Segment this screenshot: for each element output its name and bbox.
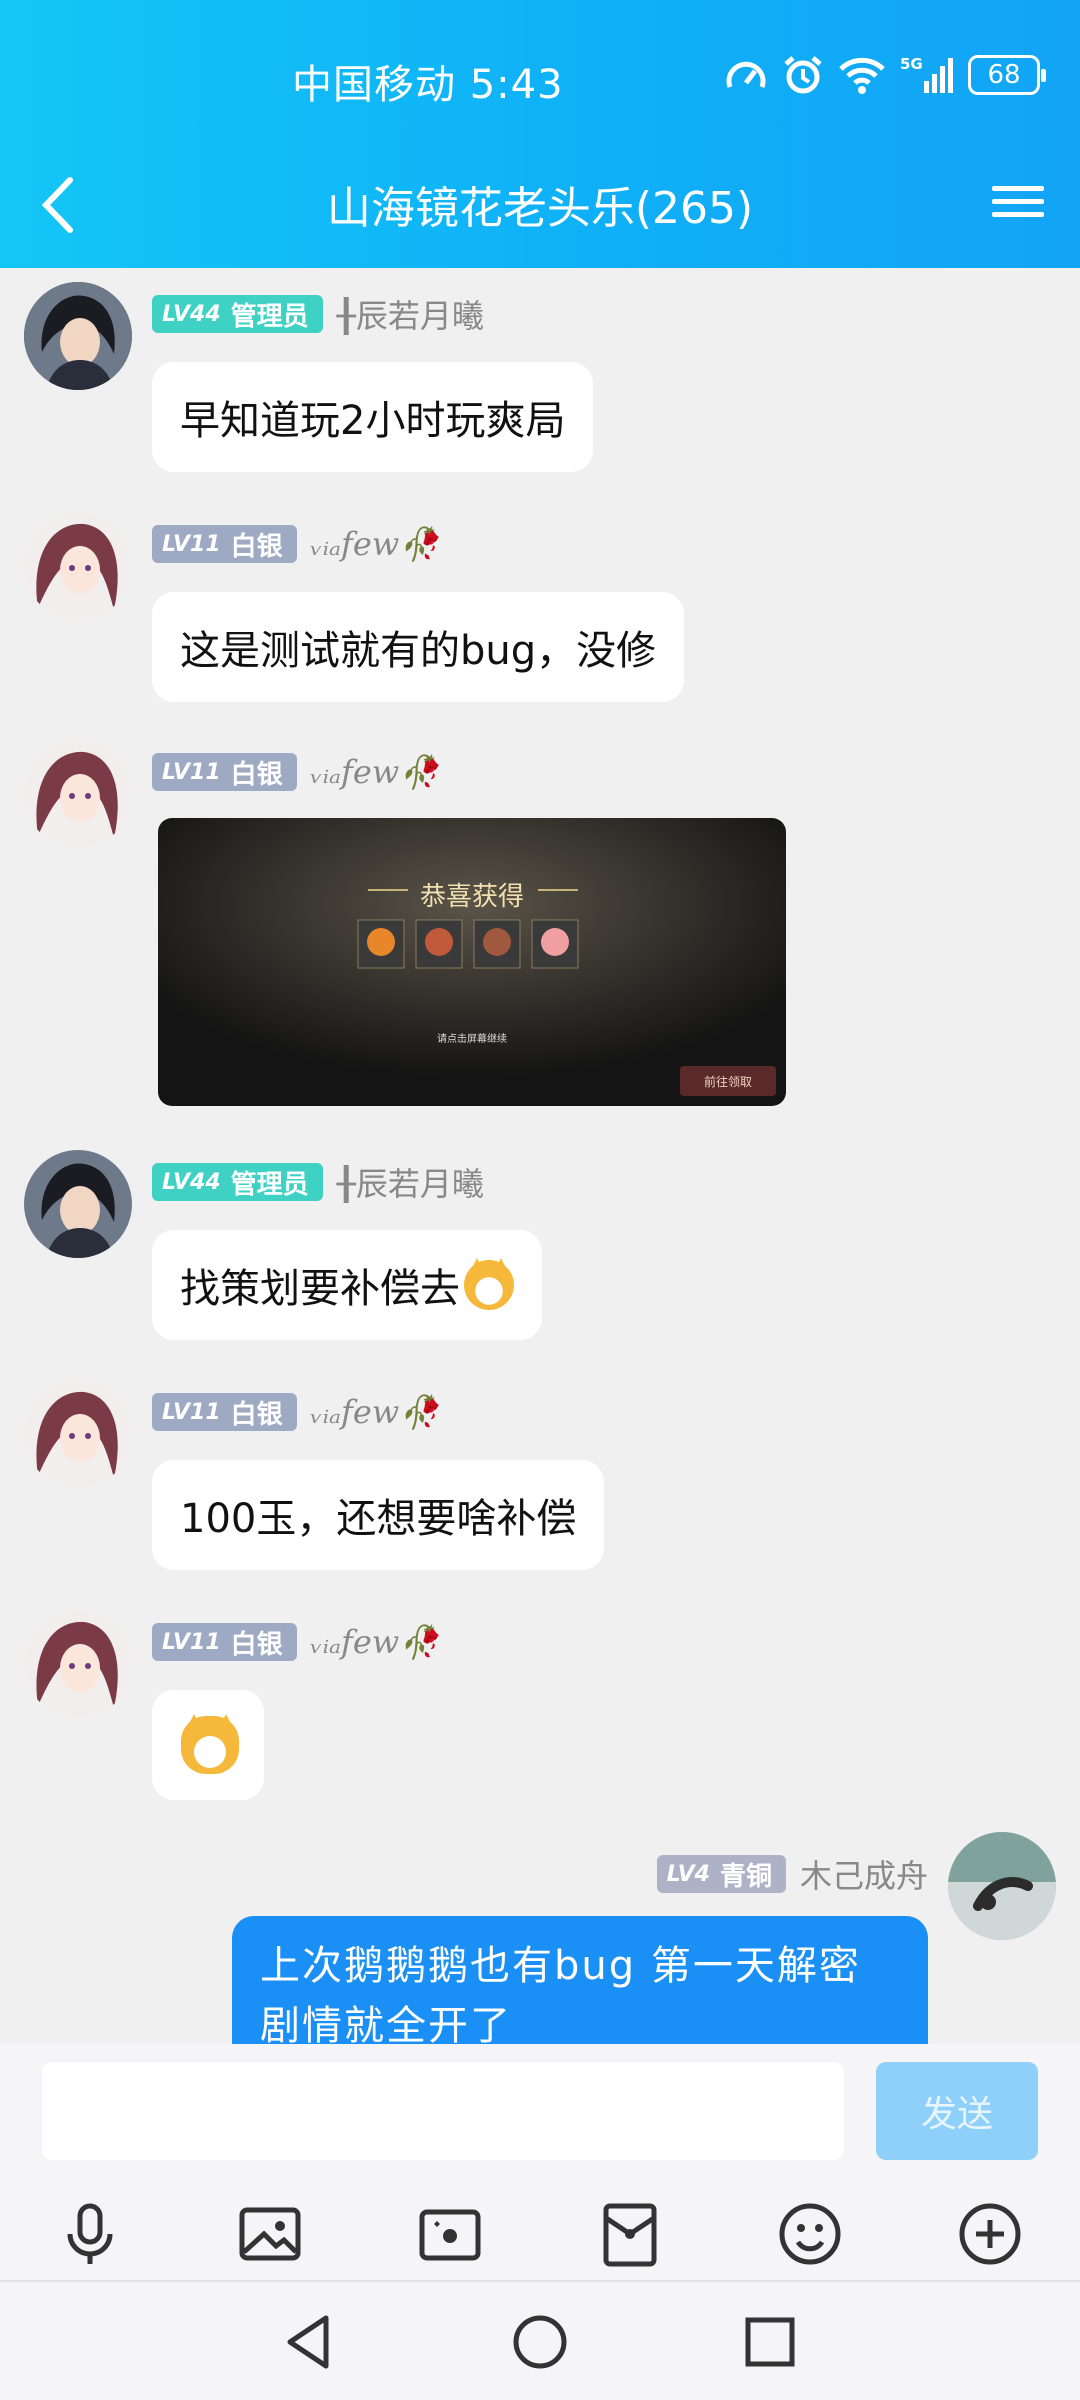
sender-meta: LV11 白银 ᵥᵢₐfew🥀 <box>152 752 439 792</box>
image-message[interactable]: 恭喜获得 请点击屏幕继续 前往领取 <box>158 818 786 1106</box>
nav-home-icon[interactable] <box>508 2310 572 2374</box>
shiba-emoji-icon <box>181 1714 239 1774</box>
message-item: LV44 管理员 ╂辰若月曦 早知道玩2小时玩爽局 <box>0 278 1080 478</box>
message-item: LV11 白银 ᵥᵢₐfew🥀 这是测试就有的bug，没修 <box>0 508 1080 708</box>
message-item: LV4 青铜 木己成舟 上次鹅鹅鹅也有bug 第一天解密剧情就全开了 <box>0 1832 1080 2044</box>
message-item: LV11 白银 ᵥᵢₐfew🥀 100玉，还想要啥补偿 <box>0 1376 1080 1576</box>
avatar[interactable] <box>24 282 132 390</box>
avatar[interactable] <box>24 1610 132 1718</box>
message-bubble[interactable]: 这是测试就有的bug，没修 <box>152 592 685 702</box>
sender-meta: LV44 管理员 ╂辰若月曦 <box>152 1159 484 1205</box>
page-title: 山海镜花老头乐(265) <box>326 183 754 234</box>
message-item: LV11 白银 ᵥᵢₐfew🥀 <box>0 1606 1080 1806</box>
message-item: LV11 白银 ᵥᵢₐfew🥀 恭喜获得 请点击屏幕继续 前往领取 <box>0 736 1080 1156</box>
menu-button[interactable] <box>992 178 1044 230</box>
sender-meta: LV11 白银 ᵥᵢₐfew🥀 <box>152 1392 439 1432</box>
red-packet-icon[interactable] <box>594 2198 666 2270</box>
input-toolbar <box>0 2184 1080 2280</box>
message-input[interactable] <box>42 2062 844 2160</box>
sender-name[interactable]: ᵥᵢₐfew🥀 <box>311 1623 439 1661</box>
message-bubble-self[interactable]: 上次鹅鹅鹅也有bug 第一天解密剧情就全开了 <box>232 1916 928 2044</box>
status-bar: 中国移动 5:43 5G 68 <box>0 48 1080 112</box>
message-item: LV44 管理员 ╂辰若月曦 找策划要补偿去 <box>0 1146 1080 1346</box>
sender-name[interactable]: 木己成舟 <box>800 1851 928 1897</box>
sender-meta: LV44 管理员 ╂辰若月曦 <box>152 291 484 337</box>
image-banner-text: 恭喜获得 <box>419 882 524 912</box>
image-icon[interactable] <box>234 2198 306 2270</box>
shiba-emoji-icon <box>464 1258 514 1310</box>
level-badge: LV44 管理员 <box>152 295 323 333</box>
chat-list[interactable]: LV44 管理员 ╂辰若月曦 早知道玩2小时玩爽局 LV11 白银 ᵥᵢₐfew🥀 … <box>0 268 1080 2044</box>
signal-5g-icon: 5G <box>900 55 953 93</box>
nav-back-icon[interactable] <box>278 2310 342 2374</box>
avatar[interactable] <box>948 1832 1056 1940</box>
message-bubble[interactable]: 100玉，还想要啥补偿 <box>152 1460 605 1570</box>
mic-icon[interactable] <box>54 2198 126 2270</box>
sender-meta: LV11 白银 ᵥᵢₐfew🥀 <box>152 524 439 564</box>
system-nav-bar <box>0 2280 1080 2400</box>
header: 中国移动 5:43 5G 68 山海镜花老头乐(265) <box>0 0 1080 268</box>
sender-name[interactable]: ᵥᵢₐfew🥀 <box>311 525 439 563</box>
level-badge: LV44 管理员 <box>152 1163 323 1201</box>
carrier-time: 中国移动 5:43 <box>292 62 564 108</box>
sender-meta: LV4 青铜 木己成舟 <box>656 1851 928 1897</box>
level-badge: LV11 白银 <box>152 753 297 791</box>
alarm-icon <box>784 56 822 94</box>
status-icons: 5G 68 <box>724 54 1046 96</box>
input-area: 发送 <box>0 2044 1080 2280</box>
avatar[interactable] <box>24 1150 132 1258</box>
sender-name[interactable]: ╂辰若月曦 <box>337 291 484 337</box>
image-claim-button: 前往领取 <box>703 1075 752 1089</box>
level-badge: LV11 白银 <box>152 525 297 563</box>
battery-indicator: 68 <box>968 55 1046 95</box>
sender-name[interactable]: ᵥᵢₐfew🥀 <box>311 753 439 791</box>
message-bubble[interactable] <box>152 1690 264 1800</box>
svg-text:5G: 5G <box>900 55 923 73</box>
avatar[interactable] <box>24 740 132 848</box>
sender-name[interactable]: ᵥᵢₐfew🥀 <box>311 1393 439 1431</box>
image-tap-hint: 请点击屏幕继续 <box>437 1034 507 1045</box>
camera-icon[interactable] <box>414 2198 486 2270</box>
message-bubble[interactable]: 早知道玩2小时玩爽局 <box>152 362 594 472</box>
sender-name[interactable]: ╂辰若月曦 <box>337 1159 484 1205</box>
nav-bar: 山海镜花老头乐(265) <box>0 160 1080 250</box>
level-badge: LV11 白银 <box>152 1623 297 1661</box>
sender-meta: LV11 白银 ᵥᵢₐfew🥀 <box>152 1622 439 1662</box>
wifi-icon <box>839 57 885 94</box>
speed-icon <box>726 61 766 88</box>
avatar[interactable] <box>24 512 132 620</box>
message-text: 找策划要补偿去 <box>180 1266 460 1312</box>
avatar[interactable] <box>24 1380 132 1488</box>
emoji-icon[interactable] <box>774 2198 846 2270</box>
nav-recents-icon[interactable] <box>738 2310 802 2374</box>
level-badge: LV11 白银 <box>152 1393 297 1431</box>
level-badge: LV4 青铜 <box>656 1855 786 1893</box>
send-button[interactable]: 发送 <box>876 2062 1038 2160</box>
plus-icon[interactable] <box>954 2198 1026 2270</box>
message-bubble[interactable]: 找策划要补偿去 <box>152 1230 542 1340</box>
